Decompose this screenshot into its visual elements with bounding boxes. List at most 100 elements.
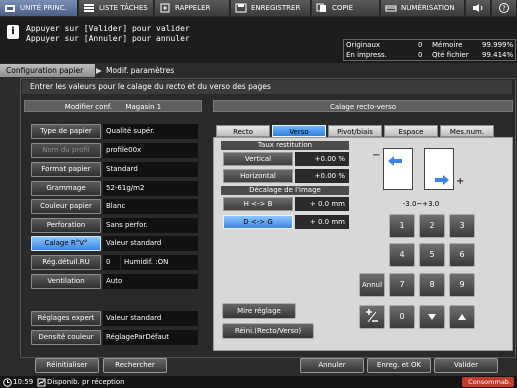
tab-liste-taches[interactable]: LISTE TÂCHES [79,0,154,16]
tab-rappeler[interactable]: RAPPELER [155,0,230,16]
reglages-expert-button[interactable]: Réglages expert [31,311,101,326]
perforation-button[interactable]: Perforation [31,218,101,233]
qte-label: Qté fichier [432,51,469,59]
nom-profil-button: Nom du profil [31,143,101,158]
memoire-value: 99.999% [482,41,514,49]
breadcrumb-item-modif: Modif. paramètres [106,66,175,75]
tab-copie[interactable]: COPIE [312,0,380,16]
format-papier-value: Standard [103,162,198,177]
tab-mes-num[interactable]: Mes.num. [440,125,494,137]
home-icon [5,5,15,12]
nom-profil-value: profile00x [103,143,198,158]
originaux-value: 0 [418,41,423,49]
speaker-icon [473,4,483,12]
tab-espace[interactable]: Espace [384,125,438,137]
vertical-button[interactable]: Vertical [223,152,293,166]
dg-value: + 0.0 mm [295,215,349,229]
arrow-up-icon [458,314,466,320]
hb-button[interactable]: H <-> B [223,197,293,211]
info-icon: i [7,25,19,39]
key-4[interactable]: 4 [389,243,415,267]
key-9[interactable]: 9 [449,273,475,297]
couleur-papier-value: Blanc [103,199,198,214]
format-papier-button[interactable]: Format papier [31,162,101,177]
minus-icon: − [372,150,381,161]
dg-button[interactable]: D <-> G [223,215,293,229]
instruction-text: Entrer les valeurs pour le calage du rec… [22,80,512,94]
counter-panel: Originaux 0 Mémoire 99.999% En impress. … [343,39,516,61]
densite-couleur-button[interactable]: Densité couleur [31,330,101,345]
reinitialiser-button[interactable]: Réinitialiser [35,358,99,373]
key-1[interactable]: 1 [389,214,415,238]
recall-icon [160,3,170,13]
network-icon [37,378,46,387]
reg-detuil-value: 0 [103,255,120,270]
copy-icon [316,3,326,12]
perforation-value: Sans perfor. [103,218,198,233]
key-up[interactable] [449,305,475,329]
tab-unite-principale[interactable]: UNITÉ PRINC. [0,0,78,16]
breadcrumb-item-config[interactable]: Configuration papier [0,64,95,77]
key-3[interactable]: 3 [449,214,475,238]
status-time: 10:59 [13,378,34,386]
valider-button[interactable]: Valider [434,358,498,373]
save-icon [235,3,247,13]
grammage-button[interactable]: Grammage [31,181,101,196]
ventilation-value: Auto [103,274,198,289]
right-header: Calage recto-verso [213,100,513,112]
svg-text:?: ? [502,5,506,13]
type-papier-value: Qualité supér. [103,124,198,139]
key-down[interactable] [419,305,445,329]
key-8[interactable]: 8 [419,273,445,297]
tab-recto[interactable]: Recto [216,125,270,137]
vertical-value: +0.00 % [295,152,349,166]
tab-help[interactable]: ? [492,0,517,16]
arrow-down-icon [428,314,436,320]
calage-rv-button[interactable]: Calage R°V° [31,236,101,251]
reg-detuil-button[interactable]: Rég.détuil.RU [31,255,101,270]
tab-enregistrer[interactable]: ENREGISTRER [231,0,311,16]
annuler-button[interactable]: Annuler [300,358,364,373]
hb-value: + 0.0 mm [295,197,349,211]
tab-verso[interactable]: Verso [272,125,326,137]
arrow-left-icon [388,156,402,166]
taux-restitution-title: Taux restitution [221,141,349,150]
key-0[interactable]: 0 [389,305,415,329]
page-left-diagram [383,148,413,190]
key-annul[interactable]: Annul [359,273,385,297]
help-icon: ? [499,3,509,13]
horizontal-button[interactable]: Horizontal [223,169,293,183]
calage-rv-value: Valeur standard [103,236,198,251]
humidif-value: Humidif. :ON [121,255,198,270]
tab-volume[interactable] [466,0,491,16]
mire-reglage-button[interactable]: Mire réglage [222,303,296,319]
horizontal-value: +0.00 % [295,169,349,183]
key-6[interactable]: 6 [449,243,475,267]
tab-numerisation[interactable]: NUMÉRISATION [381,0,465,16]
key-7[interactable]: 7 [389,273,415,297]
densite-couleur-value: RéglageParDéfaut [103,330,198,345]
key-5[interactable]: 5 [419,243,445,267]
couleur-papier-button[interactable]: Couleur papier [31,199,101,214]
memoire-label: Mémoire [432,41,463,49]
qte-value: 99.414% [482,51,514,59]
rechercher-button[interactable]: Rechercher [103,358,167,373]
clock-icon [3,378,12,387]
ventilation-button[interactable]: Ventilation [31,274,101,289]
key-plus-minus[interactable] [359,305,385,329]
enreg-ok-button[interactable]: Enreg. et OK [367,358,431,373]
originaux-label: Originaux [346,41,381,49]
status-text: Disponib. pr réception [47,378,125,386]
key-2[interactable]: 2 [419,214,445,238]
message-line-1: Appuyer sur [Valider] pour valider [26,24,190,33]
consumables-button[interactable]: Consommab. [462,377,514,387]
tab-pivot-biais[interactable]: Pivot/biais [328,125,382,137]
reinit-recto-verso-button[interactable]: Réini.(Recto/Verso) [222,323,314,339]
message-line-2: Appuyer sur [Annuler] pour annuler [26,34,190,43]
page-right-diagram [424,148,454,190]
arrow-right-icon [435,175,449,185]
scan-icon [385,5,397,12]
breadcrumb-arrow-icon: ▶ [96,66,102,75]
type-papier-button[interactable]: Type de papier [31,124,101,139]
list-icon [84,4,94,12]
